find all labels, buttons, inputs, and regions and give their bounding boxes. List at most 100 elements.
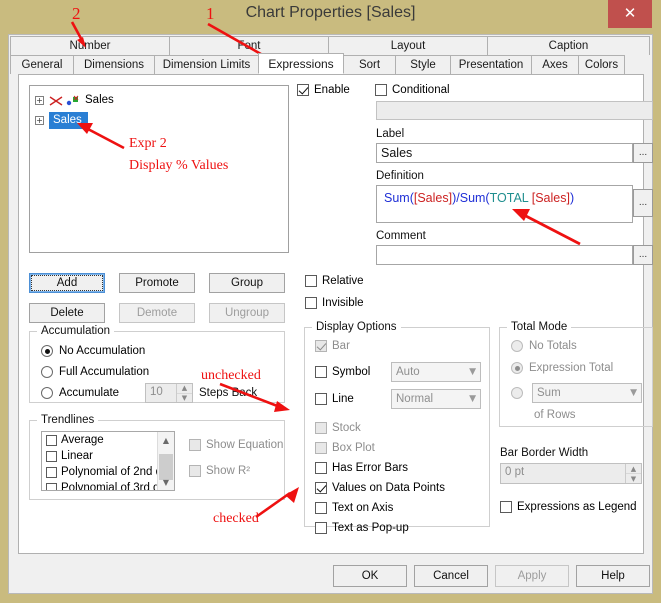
radio-no-totals[interactable]: No Totals <box>511 340 577 352</box>
checkbox-box[interactable] <box>46 434 57 446</box>
group-button[interactable]: Group <box>209 273 285 293</box>
aggregation-combo[interactable]: Sum ▼ <box>532 383 642 403</box>
datapoints-icon <box>66 95 79 105</box>
list-item[interactable]: Average <box>42 432 174 448</box>
tree-item-label-selected: Sales <box>49 112 88 129</box>
expressions-as-legend-checkbox[interactable]: Expressions as Legend <box>500 501 637 513</box>
tab-presentation[interactable]: Presentation <box>450 55 532 74</box>
radio-full-accumulation[interactable]: Full Accumulation <box>41 366 149 378</box>
add-button[interactable]: Add <box>29 273 105 293</box>
symbol-combo-value: Auto <box>396 366 420 378</box>
scroll-up-icon[interactable]: ▲ <box>158 432 174 448</box>
window-title: Chart Properties [Sales] <box>245 4 416 21</box>
chevron-down-icon: ▼ <box>630 388 637 398</box>
bar-border-width-stepper[interactable]: 0 pt ▲ ▼ <box>500 463 642 484</box>
relative-checkbox[interactable]: Relative <box>305 275 364 287</box>
comment-caption: Comment <box>376 230 426 242</box>
trendlines-list[interactable]: Average Linear Polynomial of 2nd d Polyn… <box>41 431 175 491</box>
radio-expression-total[interactable]: Expression Total <box>511 362 613 374</box>
delete-button[interactable]: Delete <box>29 303 105 323</box>
tab-number[interactable]: Number <box>10 36 170 55</box>
comment-input[interactable] <box>376 245 633 265</box>
checkbox-box <box>189 439 201 451</box>
show-r2-checkbox[interactable]: Show R² <box>189 465 250 477</box>
relative-label: Relative <box>322 275 364 287</box>
bar-label: Bar <box>332 340 350 352</box>
stepper-up-icon[interactable]: ▲ <box>626 464 641 474</box>
label-caption: Label <box>376 128 405 140</box>
stepper-arrows[interactable]: ▲ ▼ <box>176 384 192 402</box>
checkbox-box[interactable] <box>46 466 57 478</box>
line-combo[interactable]: Normal ▼ <box>391 389 481 409</box>
tab-caption[interactable]: Caption <box>487 36 650 55</box>
comment-browse-button[interactable]: ... <box>633 245 653 265</box>
annotation-number-1: 1 <box>206 4 215 23</box>
chevron-down-icon: ▼ <box>469 367 476 377</box>
chevron-down-icon: ▼ <box>469 394 476 404</box>
annotation-unchecked: unchecked <box>201 368 261 383</box>
demote-button[interactable]: Demote <box>119 303 195 323</box>
enable-checkbox[interactable]: Enable <box>297 84 350 96</box>
cancel-button[interactable]: Cancel <box>414 565 488 587</box>
label-browse-button[interactable]: ... <box>633 143 653 163</box>
symbol-checkbox[interactable]: Symbol <box>315 366 370 378</box>
stepper-down-icon[interactable]: ▼ <box>177 394 192 403</box>
tree-item-0[interactable]: + Sales <box>35 93 114 108</box>
trendlines-scrollbar[interactable]: ▲ ▼ <box>157 432 174 490</box>
tab-style[interactable]: Style <box>395 55 451 74</box>
radio-no-accumulation[interactable]: No Accumulation <box>41 345 145 357</box>
tab-dimension-limits[interactable]: Dimension Limits <box>154 55 259 74</box>
stock-checkbox[interactable]: Stock <box>315 422 361 434</box>
definition-input[interactable]: Sum([Sales])/Sum(TOTAL [Sales]) <box>376 185 633 223</box>
ungroup-button[interactable]: Ungroup <box>209 303 285 323</box>
definition-fn1: Sum( <box>384 191 414 205</box>
tree-item-1[interactable]: + Sales <box>35 112 88 129</box>
show-equation-checkbox[interactable]: Show Equation <box>189 439 283 451</box>
text-as-popup-checkbox[interactable]: Text as Pop-up <box>315 522 409 534</box>
definition-op: )/ <box>452 191 460 205</box>
list-item[interactable]: Polynomial of 2nd d <box>42 464 174 480</box>
symbol-combo[interactable]: Auto ▼ <box>391 362 481 382</box>
tab-sort[interactable]: Sort <box>343 55 396 74</box>
list-item[interactable]: Linear <box>42 448 174 464</box>
expand-icon[interactable]: + <box>35 96 44 105</box>
stepper-arrows[interactable]: ▲ ▼ <box>625 464 641 483</box>
checkbox-box[interactable] <box>46 450 57 462</box>
label-input[interactable]: Sales <box>376 143 633 163</box>
bar-border-width-label: Bar Border Width <box>500 447 589 459</box>
radio-dot <box>511 387 523 399</box>
expand-icon[interactable]: + <box>35 116 44 125</box>
close-icon[interactable]: ✕ <box>608 0 652 28</box>
tab-axes[interactable]: Axes <box>531 55 579 74</box>
steps-back-stepper[interactable]: 10 ▲ ▼ <box>145 383 193 403</box>
tab-dimensions[interactable]: Dimensions <box>73 55 155 74</box>
ok-button[interactable]: OK <box>333 565 407 587</box>
box-plot-checkbox[interactable]: Box Plot <box>315 442 375 454</box>
apply-button[interactable]: Apply <box>495 565 569 587</box>
has-error-bars-checkbox[interactable]: Has Error Bars <box>315 462 408 474</box>
bar-checkbox[interactable]: Bar <box>315 340 350 352</box>
line-checkbox[interactable]: Line <box>315 393 354 405</box>
radio-aggregation[interactable] <box>511 387 529 399</box>
tab-general[interactable]: General <box>10 55 74 74</box>
text-on-axis-checkbox[interactable]: Text on Axis <box>315 502 393 514</box>
text-as-popup-label: Text as Pop-up <box>332 522 409 534</box>
conditional-input[interactable] <box>376 101 653 120</box>
list-item[interactable]: Polynomial of 3rd d <box>42 480 174 490</box>
stepper-up-icon[interactable]: ▲ <box>177 384 192 394</box>
list-item-label: Average <box>61 434 104 446</box>
radio-dot <box>41 387 53 399</box>
invisible-checkbox[interactable]: Invisible <box>305 297 364 309</box>
scroll-down-icon[interactable]: ▼ <box>158 474 174 490</box>
tab-expressions[interactable]: Expressions <box>258 53 344 74</box>
conditional-checkbox[interactable]: Conditional <box>375 84 450 96</box>
radio-accumulate[interactable]: Accumulate <box>41 387 119 399</box>
checkbox-box[interactable] <box>46 482 57 490</box>
definition-browse-button[interactable]: ... <box>633 189 653 217</box>
help-button[interactable]: Help <box>576 565 650 587</box>
stepper-down-icon[interactable]: ▼ <box>626 474 641 483</box>
values-on-data-points-checkbox[interactable]: Values on Data Points <box>315 482 445 494</box>
promote-button[interactable]: Promote <box>119 273 195 293</box>
tab-layout[interactable]: Layout <box>328 36 488 55</box>
tab-colors[interactable]: Colors <box>578 55 625 74</box>
